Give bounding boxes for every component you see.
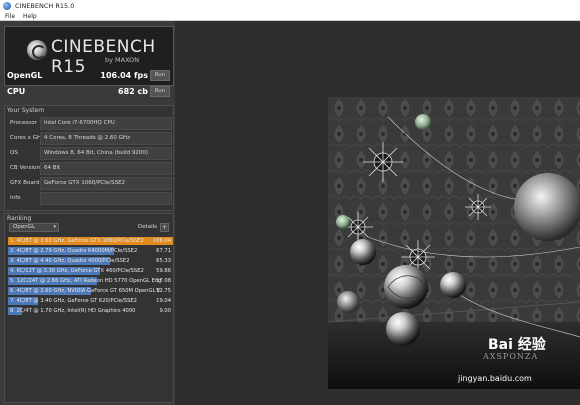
logo-subtitle: by MAXON [105, 56, 140, 64]
cpu-run-button[interactable]: Run [150, 85, 170, 97]
ranking-row-score: 52.75 [156, 288, 171, 294]
cinebench-app-icon [3, 2, 11, 10]
ranking-row-label: 4. 6C/12T @ 3.30 GHz, GeForce GTX 460/PC… [10, 268, 144, 274]
info-row-cb-version: CB Version 64 Bit [7, 162, 173, 175]
details-label: Details [137, 224, 157, 230]
ranking-row-score: 9.00 [159, 308, 171, 314]
left-panel: CINEBENCH R15 by MAXON OpenGL 106.04 fps… [0, 21, 175, 405]
ranking-row-score: 67.71 [156, 248, 171, 254]
menu-bar: File Help [0, 12, 580, 21]
info-row-info: Info [7, 192, 173, 205]
ranking-row[interactable]: 3. 4C/8T @ 4.40 GHz, Quadro 4000/PCIe/SS… [8, 257, 173, 265]
info-value: 4 Cores, 8 Threads @ 2.60 GHz [40, 132, 172, 145]
menu-help[interactable]: Help [20, 13, 40, 20]
details-expand-button[interactable]: + [160, 223, 169, 232]
ranking-row-label: 8. 2C/4T @ 1.70 GHz, Intel(R) HD Graphic… [10, 308, 136, 314]
ranking-row-label: 3. 4C/8T @ 4.40 GHz, Quadro 4000/PCIe/SS… [10, 258, 130, 264]
opengl-run-button[interactable]: Run [150, 69, 170, 81]
chevron-down-icon: ▾ [53, 224, 56, 230]
ranking-row[interactable]: 4. 6C/12T @ 3.30 GHz, GeForce GTX 460/PC… [8, 267, 173, 275]
baidu-watermark-logo: Bai 经验 [488, 336, 547, 353]
cinema4d-ball-icon [27, 40, 47, 60]
ranking-row[interactable]: 5. 12C/24T @ 2.66 GHz, ATI Radeon HD 577… [8, 277, 173, 285]
ranking-row[interactable]: 2. 4C/8T @ 2.79 GHz, Quadro K4000M/PCIe/… [8, 247, 173, 255]
title-bar: CINEBENCH R15.0 [0, 0, 580, 12]
info-row-processor: Processor Intel Core i7-6700HQ CPU [7, 117, 173, 130]
ranking-type-dropdown[interactable]: OpenGL ▾ [9, 223, 59, 232]
ranking-row-label: 6. 4C/8T @ 2.60 GHz, NVIDIA GeForce GT 6… [10, 288, 161, 294]
cpu-score: 682 cb [118, 86, 148, 96]
ranking-row-score: 106.04 [152, 238, 171, 244]
opengl-score-row: OpenGL 106.04 fps Run [4, 68, 174, 82]
opengl-label: OpenGL [7, 70, 43, 80]
info-input[interactable] [40, 192, 172, 205]
info-key: CB Version [10, 165, 41, 171]
ranking-type-selected: OpenGL [13, 224, 36, 230]
ranking-row-score: 59.86 [156, 268, 171, 274]
info-value: Intel Core i7-6700HQ CPU [40, 117, 172, 130]
cpu-score-row: CPU 682 cb Run [4, 84, 174, 98]
render-watermark-brand: AXSPONZA [482, 352, 538, 361]
info-value: GeForce GTX 1060/PCIe/SSE2 [40, 177, 172, 190]
info-row-cores: Cores x GHz 4 Cores, 8 Threads @ 2.60 GH… [7, 132, 173, 145]
ranking-row[interactable]: 7. 4C/8T @ 3.40 GHz, GeForce GT 620/PCIe… [8, 297, 173, 305]
ranking-row[interactable]: 1. 4C/8T @ 2.60 GHz, GeForce GTX 1060/PC… [8, 237, 173, 245]
ranking-row[interactable]: 8. 2C/4T @ 1.70 GHz, Intel(R) HD Graphic… [8, 307, 173, 315]
info-value: 64 Bit [40, 162, 172, 175]
cpu-label: CPU [7, 86, 26, 96]
info-key: OS [10, 150, 18, 156]
ranking-row[interactable]: 6. 4C/8T @ 2.60 GHz, NVIDIA GeForce GT 6… [8, 287, 173, 295]
ranking-row-label: 2. 4C/8T @ 2.79 GHz, Quadro K4000M/PCIe/… [10, 248, 138, 254]
info-key: Info [10, 195, 21, 201]
info-key: GFX Board [10, 180, 40, 186]
info-key: Processor [10, 120, 37, 126]
ranking-row-score: 19.04 [156, 298, 171, 304]
ranking-row-label: 5. 12C/24T @ 2.66 GHz, ATI Radeon HD 577… [10, 278, 162, 284]
render-view: AXSPONZA Bai 经验 jingyan.baidu.com [328, 97, 580, 389]
opengl-score: 106.04 fps [100, 70, 148, 80]
ranking-row-label: 1. 4C/8T @ 2.60 GHz, GeForce GTX 1060/PC… [10, 238, 144, 244]
ranking-title: Ranking [7, 215, 32, 222]
info-row-os: OS Windows 8, 64 Bit, China (build 9200) [7, 147, 173, 160]
ranking-row-score: 65.33 [156, 258, 171, 264]
baidu-watermark-url: jingyan.baidu.com [457, 374, 532, 383]
menu-file[interactable]: File [2, 13, 18, 20]
window-title: CINEBENCH R15.0 [15, 2, 75, 10]
ranking-row-score: 57.08 [156, 278, 171, 284]
render-scene-image: AXSPONZA Bai 经验 jingyan.baidu.com [328, 97, 580, 389]
ranking-panel: Ranking OpenGL ▾ Details + 1. 4C/8T @ 2.… [4, 213, 174, 403]
your-system-title: Your System [7, 107, 45, 114]
info-row-gfx-board: GFX Board GeForce GTX 1060/PCIe/SSE2 [7, 177, 173, 190]
ranking-row-label: 7. 4C/8T @ 3.40 GHz, GeForce GT 620/PCIe… [10, 298, 137, 304]
your-system-panel: Your System Processor Intel Core i7-6700… [4, 105, 174, 211]
info-value: Windows 8, 64 Bit, China (build 9200) [40, 147, 172, 160]
